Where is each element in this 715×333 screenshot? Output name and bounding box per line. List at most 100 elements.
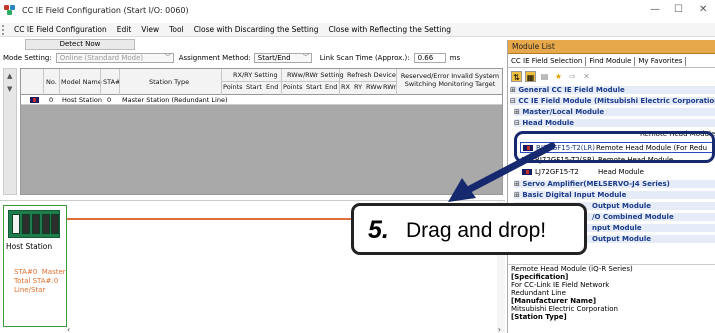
header-refresh-rx: RX (341, 83, 350, 91)
header-sta: STA# (103, 78, 121, 86)
header-no: No. (46, 78, 57, 86)
menu-view[interactable]: View (136, 25, 164, 34)
title-bar: CC IE Field Configuration (Start I/O: 00… (0, 0, 715, 21)
up-arrow-icon[interactable]: ▲ (7, 72, 12, 80)
host-station-info: STA#0 Master Total STA#:0 Line/Star (14, 268, 66, 294)
drag-arrow-icon (448, 142, 556, 202)
expand-icon[interactable]: ⊞ (514, 108, 520, 116)
header-rww-start: Start (306, 83, 322, 91)
assignment-method-value: Start/End (257, 54, 291, 62)
module-list-title: Module List (508, 40, 715, 54)
app-icon (4, 5, 17, 16)
canvas-horizontal-scrollbar[interactable]: ‹ › (67, 325, 507, 333)
header-model-name: Model Name (61, 78, 102, 86)
link-scan-time-unit: ms (449, 54, 461, 62)
tree-general-cc-ie-field[interactable]: ⊞ General CC IE Field Module (510, 86, 715, 94)
cell-station-type: Master Station (Redundant Line) (122, 96, 228, 104)
tree-general-label: General CC IE Field Module (518, 86, 625, 94)
tab-cc-ie-field-selection[interactable]: CC IE Field Selection (508, 57, 587, 66)
module-list-tabs: CC IE Field Selection Find Module My Fav… (508, 56, 715, 68)
header-rwwrwr-setting: RWw/RWr Setting (287, 71, 344, 79)
header-refresh-ry: RY (354, 83, 363, 91)
plc-icon (8, 210, 60, 238)
minimize-button[interactable]: — (650, 4, 660, 15)
tree-master-local-label: Master/Local Module (522, 108, 605, 116)
header-rxry-points: Points (223, 83, 243, 91)
link-scan-time-field: 0.66 (413, 53, 446, 63)
menu-bar: CC IE Field Configuration Edit View Tool… (0, 23, 715, 37)
cell-no: 0 (49, 96, 54, 104)
instruction-callout: 5. Drag and drop! (351, 203, 587, 255)
collapse-icon[interactable]: ⊟ (510, 97, 516, 105)
tree-cc-ie-field-label: CC IE Field Module (Mitsubishi Electric … (518, 97, 715, 105)
assignment-method-select[interactable]: Start/End ﹀ (253, 53, 312, 63)
header-rww-points: Points (283, 83, 303, 91)
station-table: No. Model Name STA# Station Type RX/RY S… (20, 68, 503, 195)
link-scan-time-label: Link Scan Time (Approx.): (319, 54, 410, 62)
menu-close-discard[interactable]: Close with Discarding the Setting (189, 25, 324, 34)
maximize-button[interactable]: ☐ (674, 4, 683, 15)
menu-grip-icon (2, 24, 6, 35)
delete-icon[interactable]: ✕ (581, 71, 592, 82)
tree-io-combined-label: /O Combined Module (592, 213, 674, 221)
header-station-type: Station Type (149, 78, 190, 86)
desc-spec-1: For CC-Link IE Field Network (511, 281, 610, 289)
header-refresh-device: Refresh Device (347, 71, 396, 79)
cell-sta: 0 (107, 96, 112, 104)
desc-manufacturer-label: [Manufacturer Name] (511, 297, 597, 305)
sort-icon[interactable]: ⇅ (511, 71, 522, 82)
module-list-toolbar: ⇅ ▦ ▤ ★ ⇨ ✕ (508, 69, 715, 84)
star-icon[interactable]: ★ (553, 71, 564, 82)
menu-cc-ie-field-configuration[interactable]: CC IE Field Configuration (9, 25, 112, 34)
mode-setting-select: Online (Standard Mode) ﹀ (55, 53, 174, 63)
header-rxry-setting: RX/RY Setting (233, 71, 278, 79)
menu-close-reflect[interactable]: Close with Reflecting the Setting (324, 25, 457, 34)
list-icon[interactable]: ▤ (539, 71, 550, 82)
down-arrow-icon[interactable]: ▼ (7, 85, 12, 93)
station-icon (30, 97, 39, 103)
header-refresh-rww: RWw (366, 83, 382, 91)
host-station-label: Host Station (6, 242, 53, 251)
desc-spec-label: [Specification] (511, 273, 569, 281)
window-title: CC IE Field Configuration (Start I/O: 00… (22, 6, 189, 15)
tree-head-module[interactable]: ⊟ Head Module (514, 119, 715, 127)
collapse-icon[interactable]: ⊟ (514, 119, 520, 127)
settings-row: Mode Setting: Online (Standard Mode) ﹀ A… (3, 52, 503, 64)
tree-output-module-label: Output Module (592, 202, 651, 210)
scroll-left-icon[interactable]: ‹ (67, 325, 70, 333)
scroll-right-icon[interactable]: › (498, 325, 501, 333)
table-row[interactable]: 0 Host Station 0 Master Station (Redunda… (21, 95, 502, 105)
callout-text: Drag and drop! (406, 219, 547, 242)
module-description: Remote Head Module (iQ-R Series) [Specif… (508, 264, 715, 333)
row-scroller[interactable]: ▲ ▼ (3, 68, 17, 195)
close-button[interactable]: ✕ (699, 4, 707, 15)
menu-edit[interactable]: Edit (112, 25, 137, 34)
tree-cc-ie-field-module[interactable]: ⊟ CC IE Field Module (Mitsubishi Electri… (510, 97, 715, 105)
header-reserved: Reserved/Error Invalid System Switching … (400, 72, 500, 88)
desc-manufacturer: Mitsubishi Electric Corporation (511, 305, 618, 313)
tree-output-module-2-label: Output Module (592, 235, 651, 243)
cell-model-name: Host Station (62, 96, 102, 104)
configuration-area: Detect Now Mode Setting: Online (Standar… (0, 38, 505, 236)
lj-model-type: Head Module (598, 168, 644, 176)
chevron-down-icon: ﹀ (302, 54, 309, 61)
mode-setting-label: Mode Setting: (3, 54, 52, 62)
header-rxry-start: Start (246, 83, 262, 91)
header-rxry-end: End (266, 83, 279, 91)
table-header: No. Model Name STA# Station Type RX/RY S… (21, 69, 502, 95)
menu-tool[interactable]: Tool (164, 25, 189, 34)
host-station-node[interactable]: Host Station STA#0 Master Total STA#:0 L… (3, 205, 67, 327)
desc-spec-2: Redundant Line (511, 289, 566, 297)
tab-my-favorites[interactable]: My Favorites (635, 57, 687, 66)
tree-master-local[interactable]: ⊞ Master/Local Module (514, 108, 715, 116)
callout-step-number: 5. (368, 216, 389, 244)
header-refresh-rwr: RWr (383, 83, 397, 91)
chevron-down-icon: ﹀ (164, 54, 171, 61)
tab-find-module[interactable]: Find Module (586, 57, 636, 66)
add-favorite-icon[interactable]: ⇨ (567, 71, 578, 82)
expand-icon[interactable]: ⊞ (510, 86, 516, 94)
view-icon[interactable]: ▦ (525, 71, 536, 82)
tree-input-module-label: nput Module (592, 224, 642, 232)
desc-station-type-label: [Station Type] (511, 313, 567, 321)
detect-now-button[interactable]: Detect Now (25, 39, 135, 50)
